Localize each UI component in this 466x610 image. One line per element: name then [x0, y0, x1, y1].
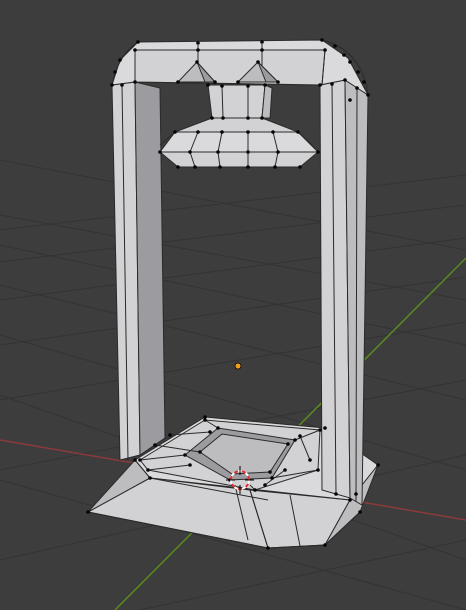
- floor-grid: [0, 159, 466, 610]
- bell-mesh[interactable]: [158, 84, 320, 168]
- right-pillar-mesh[interactable]: [319, 79, 369, 506]
- object-origin-icon[interactable]: [234, 362, 242, 370]
- 3d-viewport[interactable]: [0, 0, 466, 610]
- left-pillar-mesh[interactable]: [111, 81, 166, 461]
- viewport-scene[interactable]: [0, 0, 466, 610]
